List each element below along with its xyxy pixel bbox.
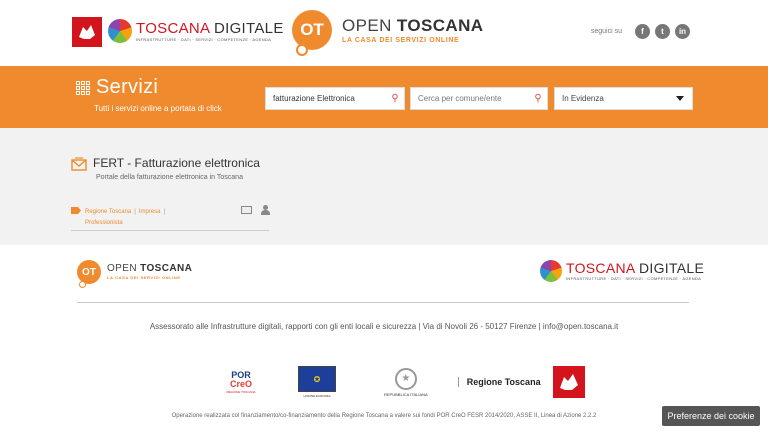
toscana-digitale-logo[interactable]: TOSCANA DIGITALE INFRASTRUTTURE · DATI ·…	[108, 19, 284, 43]
page-title: Servizi	[96, 76, 159, 98]
logo-word-toscana-2: TOSCANA	[396, 15, 484, 35]
regione-toscana-pegasus-icon	[552, 366, 585, 398]
id-card-icon[interactable]	[241, 206, 252, 214]
footer-toscana-digitale-logo[interactable]: TOSCANA DIGITALE INFRASTRUTTURE · DATI ·…	[540, 260, 704, 282]
social-links: seguici su f t in	[591, 24, 690, 39]
card-divider	[71, 230, 269, 231]
site-header: TOSCANA DIGITALE INFRASTRUTTURE · DATI ·…	[0, 0, 768, 66]
ot-badge-icon: OT	[292, 10, 332, 56]
tag-regione-toscana[interactable]: Regione Toscana	[85, 209, 131, 215]
search-input[interactable]: fatturazione Elettronica ⚲	[265, 87, 405, 110]
search-icon-2[interactable]: ⚲	[529, 93, 547, 104]
logo-word-digitale: DIGITALE	[213, 19, 284, 37]
filter-selected-value[interactable]: In Evidenza	[555, 94, 676, 103]
city-search-placeholder[interactable]: Cerca per comune/ente	[411, 94, 529, 103]
service-title-link[interactable]: FERT - Fatturazione elettronica	[93, 156, 260, 170]
tag-professionista[interactable]: Professionista	[85, 220, 123, 226]
page-subtitle: Tutti i servizi online a portata di clic…	[94, 104, 222, 113]
search-icon[interactable]: ⚲	[386, 93, 404, 104]
search-input-value[interactable]: fatturazione Elettronica	[266, 94, 386, 103]
envelope-icon	[71, 157, 87, 171]
filter-select[interactable]: In Evidenza	[554, 87, 693, 110]
footer-divider	[77, 302, 689, 303]
logo-word-toscana: TOSCANA	[136, 19, 210, 37]
sponsor-logos: POR CreO REGIONE TOSCANA ✪ UNIONE EUROPE…	[210, 366, 585, 398]
logo-tagline: LA CASA DEI SERVIZI ONLINE	[342, 36, 460, 44]
footer-address: Assessorato alle Infrastrutture digitali…	[149, 322, 619, 331]
twitter-icon[interactable]: t	[655, 24, 670, 39]
por-creo-logo: POR CreO REGIONE TOSCANA	[226, 369, 256, 394]
eu-stars-icon: ✪	[298, 366, 336, 392]
chevron-down-icon[interactable]	[676, 96, 684, 101]
service-description: Portale della fatturazione elettronica i…	[96, 174, 243, 181]
city-search-input[interactable]: Cerca per comune/ente ⚲	[410, 87, 548, 110]
toscana-digitale-ball-icon	[108, 19, 132, 43]
logo-word-open: OPEN	[342, 15, 392, 35]
user-icon[interactable]	[261, 205, 270, 215]
open-toscana-logo[interactable]: OT OPEN TOSCANA LA CASA DEI SERVIZI ONLI…	[292, 10, 484, 56]
footer-ot-badge-icon: OT	[77, 260, 101, 288]
footer-toscana-digitale-ball-icon	[540, 260, 562, 282]
card-actions	[241, 205, 270, 215]
cookie-preferences-button[interactable]: Preferenze dei cookie	[662, 406, 760, 426]
linkedin-icon[interactable]: in	[675, 24, 690, 39]
grid-icon	[76, 81, 90, 95]
regione-toscana-flag-logo[interactable]	[72, 17, 102, 47]
facebook-icon[interactable]: f	[635, 24, 650, 39]
tag-impresa[interactable]: Impresa	[139, 209, 161, 215]
regione-toscana-logo: Regione Toscana	[457, 366, 585, 398]
service-tags: Regione Toscana | Impresa | Professionista	[85, 209, 166, 226]
logo-subtitle: INFRASTRUTTURE · DATI · SERVIZI · COMPET…	[136, 36, 272, 42]
social-label: seguici su	[590, 28, 622, 35]
footer-open-toscana-logo[interactable]: OT OPEN TOSCANA LA CASA DEI SERVIZI ONLI…	[77, 260, 192, 288]
repubblica-italiana-logo: ★ REPUBBLICA ITALIANA	[384, 367, 428, 397]
italian-emblem-icon: ★	[394, 367, 417, 390]
eu-logo: ✪ UNIONE EUROPEA	[298, 366, 336, 398]
footer-credits: Operazione realizzata col finanziamento/…	[171, 413, 597, 419]
